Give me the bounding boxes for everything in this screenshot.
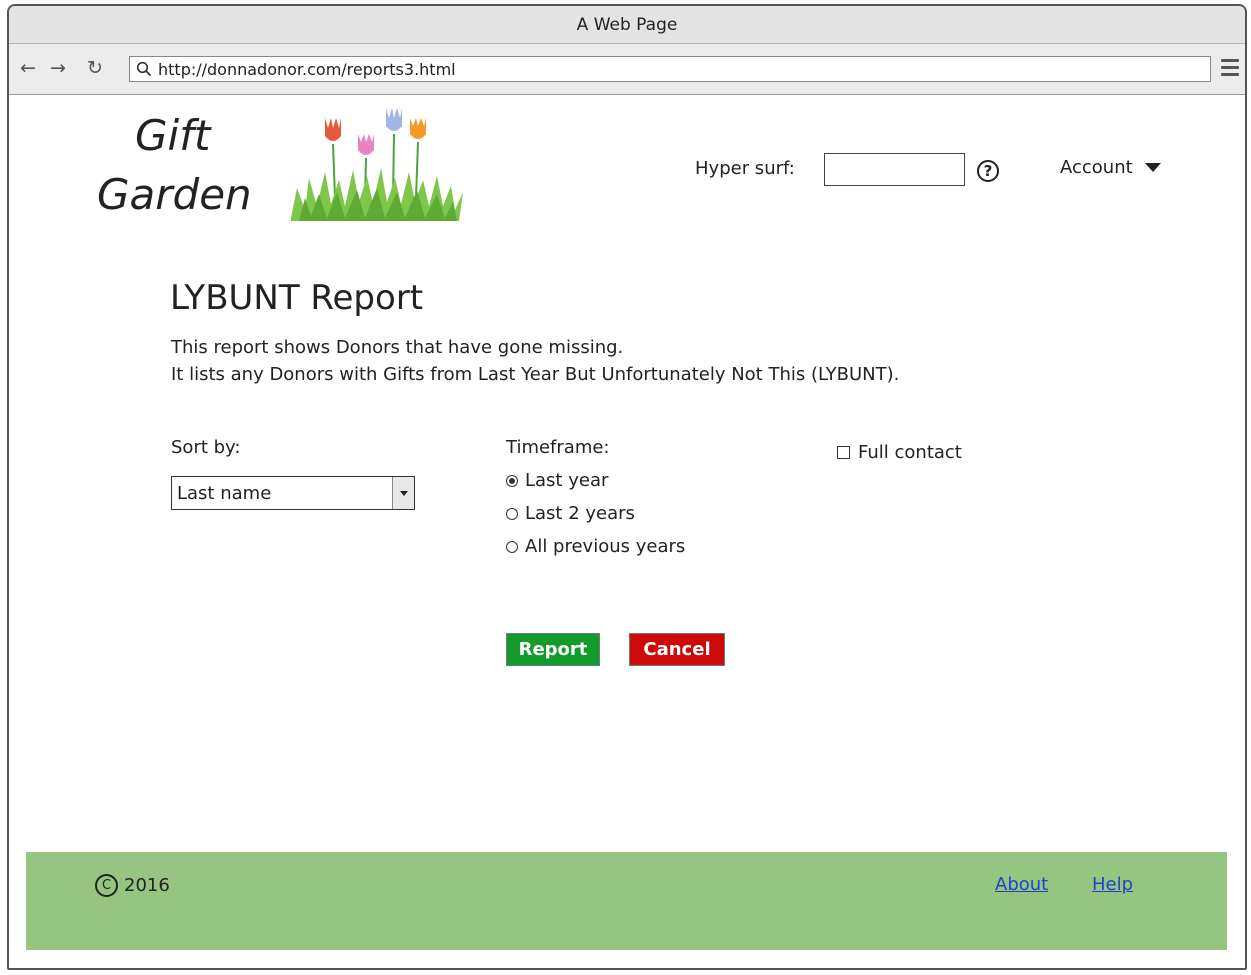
timeframe-option-all-previous-years[interactable]: All previous years <box>506 536 685 557</box>
timeframe-option-label: Last year <box>525 470 609 491</box>
browser-window: A Web Page ← → ↻ http://donnadonor.com/r… <box>7 4 1247 970</box>
browser-toolbar: ← → ↻ http://donnadonor.com/reports3.htm… <box>9 44 1245 95</box>
report-button[interactable]: Report <box>506 633 600 666</box>
copyright-year: 2016 <box>124 875 170 896</box>
full-contact-label: Full contact <box>858 442 962 463</box>
timeframe-option-last-2-years[interactable]: Last 2 years <box>506 503 635 524</box>
address-bar[interactable]: http://donnadonor.com/reports3.html <box>129 56 1211 82</box>
logo-text-garden: Garden <box>97 170 252 219</box>
footer-link-about[interactable]: About <box>995 874 1048 895</box>
search-label: Hyper surf: <box>695 158 795 179</box>
timeframe-option-label: All previous years <box>525 536 686 557</box>
dropdown-arrow-icon[interactable] <box>392 477 414 509</box>
help-icon[interactable]: ? <box>977 160 999 182</box>
report-description-line-2: It lists any Donors with Gifts from Last… <box>171 364 900 385</box>
timeframe-option-label: Last 2 years <box>525 503 635 524</box>
hamburger-menu-icon[interactable] <box>1221 59 1239 80</box>
timeframe-option-last-year[interactable]: Last year <box>506 470 608 491</box>
sort-by-label: Sort by: <box>171 437 241 458</box>
url-text: http://donnadonor.com/reports3.html <box>158 59 456 79</box>
page-title: LYBUNT Report <box>170 278 424 318</box>
account-menu[interactable]: Account <box>1060 157 1161 178</box>
radio-button[interactable] <box>506 507 518 520</box>
search-input[interactable] <box>824 153 965 186</box>
window-titlebar: A Web Page <box>9 6 1245 44</box>
search-icon <box>136 61 152 77</box>
reload-icon[interactable]: ↻ <box>87 57 103 79</box>
cancel-button[interactable]: Cancel <box>629 633 725 666</box>
forward-arrow-icon[interactable]: → <box>50 57 66 79</box>
sort-by-select[interactable]: Last name <box>171 476 415 510</box>
caret-down-icon <box>1144 163 1161 172</box>
window-title: A Web Page <box>576 14 678 35</box>
copyright-icon: C <box>95 874 118 897</box>
timeframe-label: Timeframe: <box>506 437 610 458</box>
tulip-garden-logo-icon <box>291 108 463 221</box>
back-arrow-icon[interactable]: ← <box>20 57 36 79</box>
report-description-line-1: This report shows Donors that have gone … <box>171 337 624 358</box>
copyright: C 2016 <box>95 874 170 897</box>
radio-button-checked[interactable] <box>506 474 518 487</box>
full-contact-checkbox[interactable] <box>837 446 850 459</box>
account-label: Account <box>1060 157 1133 178</box>
page-footer: C 2016 About Help <box>26 852 1227 950</box>
sort-by-selected-value: Last name <box>177 482 272 504</box>
logo-text-gift: Gift <box>135 111 211 160</box>
full-contact-option[interactable]: Full contact <box>837 442 962 463</box>
footer-link-help[interactable]: Help <box>1092 874 1133 895</box>
radio-button[interactable] <box>506 540 518 553</box>
